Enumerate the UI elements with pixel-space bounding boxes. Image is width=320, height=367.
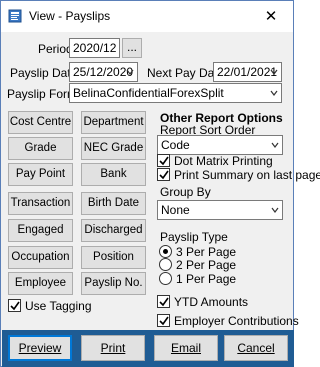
print-summary-label: Print Summary on last page	[174, 168, 320, 182]
next-pay-date-picker[interactable]: 22/01/2021	[213, 62, 282, 82]
payslip-format-select[interactable]: BelinaConfidentialForexSplit	[69, 83, 282, 103]
preview-button-label: Preview	[18, 341, 62, 355]
payslip-date-value: 25/12/2020	[73, 65, 134, 79]
sort-transaction-button[interactable]: Transaction	[8, 192, 73, 215]
preview-button[interactable]: Preview	[8, 335, 72, 361]
sort-engaged-button[interactable]: Engaged	[8, 219, 73, 242]
close-button[interactable]: ✕	[249, 1, 293, 31]
title-bar[interactable]: View - Payslips ✕	[1, 1, 293, 32]
sort-position-button[interactable]: Position	[81, 246, 146, 269]
sort-grade-button[interactable]: Grade	[8, 137, 73, 160]
email-button-label: Email	[170, 341, 201, 355]
payslip-type-3-label: 3 Per Page	[176, 245, 237, 259]
ytd-amounts-label: YTD Amounts	[174, 295, 249, 309]
action-bar: Preview Print Email Cancel	[2, 330, 294, 367]
sort-pay-point-button[interactable]: Pay Point	[8, 163, 73, 186]
employer-contributions-label: Employer Contributions	[174, 314, 299, 328]
employer-contributions-checkbox[interactable]	[157, 314, 170, 327]
payslip-type-3-radio[interactable]	[159, 245, 172, 258]
period-label: Period	[38, 42, 73, 56]
payslip-date-picker[interactable]: 25/12/2020	[69, 62, 138, 82]
chevron-down-icon	[271, 142, 279, 148]
checkmark-icon	[159, 316, 169, 326]
payslip-format-value: BelinaConfidentialForexSplit	[73, 86, 224, 100]
print-summary-checkbox[interactable]	[157, 168, 170, 181]
print-button[interactable]: Print	[81, 335, 145, 361]
sort-birth-date-button[interactable]: Birth Date	[81, 192, 146, 215]
group-by-label: Group By	[160, 185, 211, 199]
chevron-down-icon	[270, 90, 278, 96]
payslip-app-icon	[8, 9, 22, 23]
payslip-type-2-label: 2 Per Page	[176, 258, 237, 272]
dot-matrix-checkbox[interactable]	[157, 154, 170, 167]
sort-department-button[interactable]: Department	[81, 111, 146, 134]
payslip-type-1-radio[interactable]	[159, 272, 172, 285]
cancel-button[interactable]: Cancel	[224, 335, 288, 361]
chevron-down-icon	[270, 69, 278, 75]
payslips-window: View - Payslips ✕ Period 2020/12 ... Pay…	[0, 0, 320, 367]
sort-employee-button[interactable]: Employee	[8, 272, 73, 295]
payslip-type-1-label: 1 Per Page	[176, 272, 237, 286]
chevron-down-icon	[126, 69, 134, 75]
checkmark-icon	[159, 297, 169, 307]
payslip-date-label: Payslip Date	[10, 66, 78, 80]
checkmark-icon	[10, 301, 20, 311]
chevron-down-icon	[271, 207, 279, 213]
email-button[interactable]: Email	[154, 335, 218, 361]
print-button-label: Print	[100, 341, 126, 355]
close-icon: ✕	[264, 8, 278, 25]
report-sort-order-select[interactable]: Code	[157, 135, 283, 155]
sort-discharged-button[interactable]: Discharged	[81, 219, 146, 242]
group-by-value: None	[161, 203, 190, 217]
cancel-button-label: Cancel	[237, 341, 275, 355]
payslip-type-label: Payslip Type	[160, 230, 228, 244]
use-tagging-checkbox[interactable]	[8, 299, 21, 312]
sort-bank-button[interactable]: Bank	[81, 163, 146, 186]
sort-nec-grade-button[interactable]: NEC Grade	[81, 137, 146, 160]
period-input[interactable]: 2020/12	[69, 38, 120, 58]
use-tagging-label: Use Tagging	[25, 299, 92, 313]
group-by-select[interactable]: None	[157, 200, 283, 220]
dialog-body: Period 2020/12 ... Payslip Date 25/12/20…	[1, 32, 320, 366]
checkmark-icon	[159, 156, 169, 166]
period-lookup-button[interactable]: ...	[122, 38, 142, 58]
dot-matrix-label: Dot Matrix Printing	[174, 154, 273, 168]
sort-cost-centre-button[interactable]: Cost Centre	[8, 111, 73, 134]
next-pay-date-value: 22/01/2021	[217, 65, 278, 79]
sort-payslip-no-button[interactable]: Payslip No.	[81, 272, 146, 295]
payslip-type-2-radio[interactable]	[159, 258, 172, 271]
window-title: View - Payslips	[29, 9, 111, 23]
report-sort-order-value: Code	[161, 138, 190, 152]
ytd-amounts-checkbox[interactable]	[157, 295, 170, 308]
sort-occupation-button[interactable]: Occupation	[8, 246, 73, 269]
checkmark-icon	[159, 170, 169, 180]
